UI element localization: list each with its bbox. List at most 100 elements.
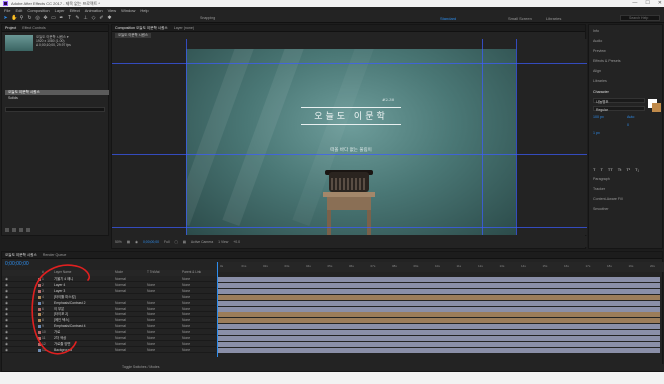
visibility-eye-icon[interactable]: ◉	[5, 289, 8, 294]
tab-timeline-comp[interactable]: 오늘도 이문학 시퀀스	[5, 253, 37, 258]
rotate-tool-icon[interactable]: ↻	[27, 15, 32, 21]
col-trkmat[interactable]: T TrkMat	[147, 270, 160, 274]
menu-file[interactable]: File	[4, 8, 10, 13]
layer-duration-bar[interactable]	[218, 336, 660, 341]
menu-view[interactable]: View	[108, 8, 117, 13]
comp-breadcrumb[interactable]: 오늘도 이문학 시퀀스	[115, 33, 151, 38]
visibility-eye-icon[interactable]: ◉	[5, 283, 8, 288]
interpret-footage-icon[interactable]	[5, 228, 9, 232]
tab-composition[interactable]: Composition 오늘도 이문학 시퀀스	[115, 26, 168, 31]
layer-trkmat-dropdown[interactable]: None	[147, 283, 155, 288]
layer-duration-bar[interactable]	[218, 330, 660, 336]
tracking-value[interactable]: 0	[627, 123, 629, 127]
workspace-standard[interactable]: Standard	[440, 16, 456, 21]
layer-mode-dropdown[interactable]: Normal	[115, 318, 133, 323]
timeline-current-time[interactable]: 0;00;00;00	[5, 261, 29, 267]
composition-canvas[interactable]: #2.30 오늘도 이문학 떠올 바다 없는 울림이	[186, 49, 516, 235]
menu-layer[interactable]: Layer	[55, 8, 65, 13]
layer-duration-bar[interactable]	[218, 347, 660, 353]
layer-duration-bar[interactable]	[218, 294, 660, 300]
layer-duration-bar[interactable]	[218, 277, 660, 282]
guide-line-vertical[interactable]	[186, 39, 187, 235]
pan-behind-tool-icon[interactable]: ✥	[43, 15, 48, 21]
layer-mode-dropdown[interactable]: Normal	[115, 301, 133, 306]
visibility-eye-icon[interactable]: ◉	[5, 312, 8, 317]
brush-tool-icon[interactable]: ✎	[75, 15, 80, 21]
playhead[interactable]	[217, 262, 218, 357]
layer-mode-dropdown[interactable]: Normal	[115, 312, 133, 317]
menu-effect[interactable]: Effect	[70, 8, 80, 13]
layer-parent-dropdown[interactable]: None	[182, 318, 190, 323]
visibility-eye-icon[interactable]: ◉	[5, 348, 8, 353]
visibility-eye-icon[interactable]: ◉	[5, 324, 8, 329]
layer-parent-dropdown[interactable]: None	[182, 301, 190, 306]
tab-render-queue[interactable]: Render Queue	[43, 253, 67, 257]
guide-line-vertical[interactable]	[482, 39, 483, 235]
visibility-eye-icon[interactable]: ◉	[5, 318, 8, 323]
all-caps-button[interactable]: TT	[608, 167, 613, 172]
layer-mode-dropdown[interactable]: Normal	[115, 283, 133, 288]
layer-trkmat-dropdown[interactable]: None	[147, 301, 155, 306]
layer-duration-bar[interactable]	[218, 324, 660, 330]
layer-parent-dropdown[interactable]: None	[182, 312, 190, 317]
layer-mode-dropdown[interactable]: Normal	[115, 336, 133, 341]
layer-trkmat-dropdown[interactable]: None	[147, 348, 155, 353]
view-layout-dropdown[interactable]: 1 View	[218, 240, 228, 244]
layer-parent-dropdown[interactable]: None	[182, 348, 190, 353]
type-tool-icon[interactable]: T	[67, 15, 72, 21]
project-item-composition[interactable]: 오늘도 이문학 시퀀스	[5, 90, 109, 95]
layer-trkmat-dropdown[interactable]: None	[147, 342, 155, 347]
menu-edit[interactable]: Edit	[15, 8, 22, 13]
layer-duration-bar[interactable]	[218, 318, 660, 324]
layer-trkmat-dropdown[interactable]: None	[147, 307, 155, 312]
layer-parent-dropdown[interactable]: None	[182, 330, 190, 335]
grid-icon[interactable]: ▦	[127, 240, 130, 244]
zoom-tool-icon[interactable]: ⚲	[19, 15, 24, 21]
font-size-value[interactable]: 100 px	[593, 115, 604, 119]
menu-help[interactable]: Help	[140, 8, 148, 13]
panel-character[interactable]: Character	[593, 90, 609, 94]
layer-mode-dropdown[interactable]: Normal	[115, 342, 133, 347]
layer-parent-dropdown[interactable]: None	[182, 342, 190, 347]
panel-smoother[interactable]: Smoother	[593, 207, 609, 211]
layer-duration-bar[interactable]	[218, 282, 660, 288]
layer-mode-dropdown[interactable]: Normal	[115, 330, 133, 335]
workspace-libraries[interactable]: Libraries	[546, 16, 561, 21]
roto-brush-tool-icon[interactable]: ✐	[99, 15, 104, 21]
layer-trkmat-dropdown[interactable]: None	[147, 289, 155, 294]
layer-parent-dropdown[interactable]: None	[182, 277, 190, 282]
menu-composition[interactable]: Composition	[27, 8, 49, 13]
panel-audio[interactable]: Audio	[593, 39, 602, 43]
puppet-tool-icon[interactable]: ✱	[107, 15, 112, 21]
visibility-eye-icon[interactable]: ◉	[5, 277, 8, 282]
layer-duration-bar[interactable]	[218, 306, 660, 312]
menu-animation[interactable]: Animation	[85, 8, 103, 13]
visibility-eye-icon[interactable]: ◉	[5, 295, 8, 300]
viewer-area[interactable]: #2.30 오늘도 이문학 떠올 바다 없는 울림이	[112, 39, 587, 235]
panel-tracker[interactable]: Tracker	[593, 187, 605, 191]
selection-tool-icon[interactable]: ➤	[3, 15, 8, 21]
timeline-footer[interactable]: Toggle Switches / Modes	[2, 364, 664, 371]
close-button[interactable]: ✕	[658, 0, 662, 6]
panel-align[interactable]: Align	[593, 69, 601, 73]
layer-parent-dropdown[interactable]: None	[182, 295, 190, 300]
time-ruler[interactable]: 0s 01s 02s 03s 04s 05s 06s 07s 08s 09s 10s 11s 12s 13…	[216, 262, 664, 272]
menu-window[interactable]: Window	[121, 8, 135, 13]
layer-duration-bar[interactable]	[218, 341, 660, 347]
clone-stamp-tool-icon[interactable]: ⊥	[83, 15, 88, 21]
resolution-dropdown[interactable]: Full	[164, 240, 169, 244]
project-item-solids-folder[interactable]: Solids	[5, 96, 109, 101]
visibility-eye-icon[interactable]: ◉	[5, 330, 8, 335]
project-search-input[interactable]	[5, 107, 105, 112]
tab-project[interactable]: Project	[5, 26, 16, 30]
layer-trkmat-dropdown[interactable]: None	[147, 336, 155, 341]
small-caps-button[interactable]: Tt	[618, 167, 622, 172]
transparency-grid-icon[interactable]: ▩	[183, 240, 186, 244]
trash-icon[interactable]	[26, 228, 30, 232]
layer-mode-dropdown[interactable]: Normal	[115, 307, 133, 312]
panel-content-aware-fill[interactable]: Content-Aware Fill	[593, 197, 623, 201]
col-mode[interactable]: Mode	[115, 270, 123, 274]
new-folder-icon[interactable]	[12, 228, 16, 232]
layer-trkmat-dropdown[interactable]: None	[147, 318, 155, 323]
region-of-interest-icon[interactable]: ▢	[174, 240, 177, 244]
